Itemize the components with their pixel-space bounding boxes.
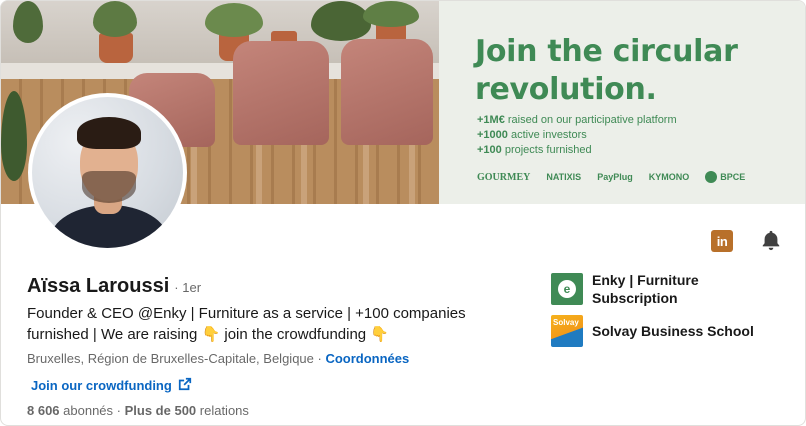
network-stats: 8 606 abonnés · Plus de 500 relations bbox=[27, 403, 249, 418]
contact-info-link[interactable]: Coordonnées bbox=[325, 351, 409, 366]
avatar[interactable] bbox=[28, 93, 187, 252]
profile-name: Aïssa Laroussi bbox=[27, 275, 170, 297]
school-name: Solvay Business School bbox=[592, 323, 754, 339]
followers-count: 8 606 bbox=[27, 403, 60, 418]
profile-headline: Founder & CEO @Enky | Furniture as a ser… bbox=[27, 305, 466, 343]
name-row: Aïssa Laroussi · 1er bbox=[27, 275, 201, 298]
payplug-logo: PayPlug bbox=[597, 172, 633, 182]
profile-photo bbox=[32, 97, 183, 248]
company-name: Enky | Furniture Subscription bbox=[592, 272, 699, 306]
linkedin-icon[interactable]: in bbox=[711, 230, 733, 252]
connections-count[interactable]: Plus de 500 bbox=[125, 403, 197, 418]
gourmey-logo: GOURMEY bbox=[477, 171, 531, 183]
banner-stat: +100 projects furnished bbox=[477, 144, 592, 156]
location-row: Bruxelles, Région de Bruxelles-Capitale,… bbox=[27, 351, 410, 366]
external-link-icon bbox=[178, 377, 192, 394]
banner-stat: +1M€ raised on our participative platfor… bbox=[477, 114, 677, 126]
bpce-logo: BPCE bbox=[705, 171, 745, 183]
connection-degree: · 1er bbox=[174, 280, 202, 295]
banner-headline: Join the circular revolution. bbox=[475, 34, 738, 107]
education-school[interactable]: Solvay Solvay Business School bbox=[551, 315, 754, 347]
profile-location: Bruxelles, Région de Bruxelles-Capitale,… bbox=[27, 351, 314, 366]
banner-partner-logos: GOURMEY NATIXIS PayPlug KYMONO BPCE bbox=[477, 171, 745, 183]
natixis-logo: NATIXIS bbox=[546, 172, 582, 182]
banner-stats: +1M€ raised on our participative platfor… bbox=[477, 113, 677, 158]
banner-stat: +1000 active investors bbox=[477, 129, 587, 141]
profile-card: Join the circular revolution. +1M€ raise… bbox=[0, 0, 806, 426]
current-company[interactable]: e Enky | Furniture Subscription bbox=[551, 271, 722, 307]
website-link-label: Join our crowdfunding bbox=[31, 378, 172, 393]
bell-icon[interactable] bbox=[759, 228, 783, 252]
banner-ad: Join the circular revolution. +1M€ raise… bbox=[439, 1, 805, 204]
solvay-logo-icon: Solvay bbox=[551, 315, 583, 347]
enky-logo-icon: e bbox=[551, 273, 583, 305]
website-link[interactable]: Join our crowdfunding bbox=[31, 377, 192, 394]
kymono-logo: KYMONO bbox=[648, 172, 690, 182]
